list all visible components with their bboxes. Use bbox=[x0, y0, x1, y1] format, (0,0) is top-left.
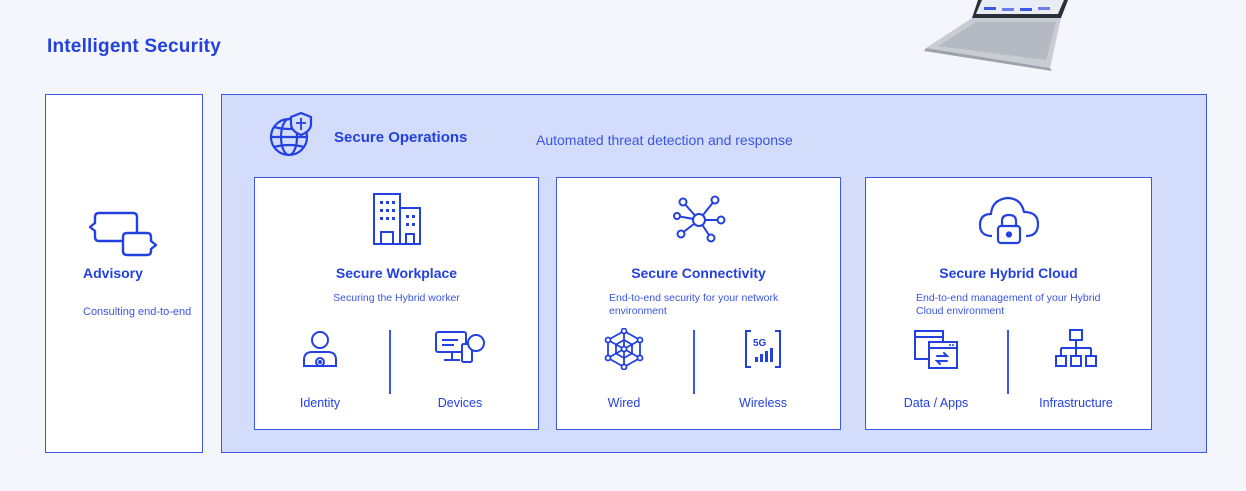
secure-hybrid-cloud-title: Secure Hybrid Cloud bbox=[939, 265, 1078, 281]
secure-hybrid-cloud-description: End-to-end management of your Hybrid Clo… bbox=[916, 292, 1101, 317]
data-apps-item: Data / Apps bbox=[871, 328, 1001, 410]
infrastructure-item: Infrastructure bbox=[1011, 328, 1141, 410]
identity-label: Identity bbox=[299, 396, 341, 410]
secure-operations-title: Secure Operations bbox=[334, 129, 468, 146]
infrastructure-label: Infrastructure bbox=[1039, 396, 1113, 410]
secure-hybrid-cloud-card: Secure Hybrid Cloud End-to-end managemen… bbox=[865, 177, 1152, 430]
office-building-icon bbox=[372, 193, 421, 245]
advisory-description: Consulting end-to-end bbox=[83, 306, 192, 318]
wired-label: Wired bbox=[607, 396, 641, 410]
cloud-divider bbox=[1007, 330, 1009, 394]
hierarchy-icon bbox=[1055, 329, 1097, 367]
page-title: Intelligent Security bbox=[47, 36, 221, 57]
workplace-divider bbox=[389, 330, 391, 394]
network-hub-icon bbox=[672, 195, 725, 243]
secure-connectivity-description: End-to-end security for your network env… bbox=[609, 292, 779, 317]
laptop-image bbox=[924, 0, 1068, 71]
advisory-title: Advisory bbox=[83, 265, 143, 281]
secure-workplace-description: Securing the Hybrid worker bbox=[333, 292, 460, 304]
wired-item: Wired bbox=[559, 328, 689, 410]
secure-connectivity-card: Secure Connectivity End-to-end security … bbox=[556, 177, 841, 430]
devices-item: Devices bbox=[395, 328, 525, 410]
secure-operations-panel: Secure Operations Automated threat detec… bbox=[221, 94, 1207, 453]
secure-operations-description: Automated threat detection and response bbox=[536, 132, 793, 148]
advisory-panel: Advisory Consulting end-to-end bbox=[45, 94, 203, 453]
user-identity-icon bbox=[303, 331, 337, 367]
secure-workplace-card: Secure Workplace Securing the Hybrid wor… bbox=[254, 177, 539, 430]
data-apps-label: Data / Apps bbox=[903, 396, 969, 410]
identity-item: Identity bbox=[255, 328, 385, 410]
cloud-lock-icon bbox=[978, 196, 1039, 245]
svg-text:5G: 5G bbox=[753, 338, 767, 349]
globe-shield-icon bbox=[269, 111, 313, 157]
mesh-network-icon bbox=[604, 328, 644, 370]
data-apps-icon bbox=[914, 330, 958, 369]
devices-label: Devices bbox=[437, 396, 483, 410]
chat-bubbles-icon bbox=[89, 211, 158, 257]
devices-icon bbox=[435, 331, 485, 363]
5g-signal-icon: 5G bbox=[745, 330, 781, 368]
wireless-label: Wireless bbox=[739, 396, 787, 410]
connectivity-divider bbox=[693, 330, 695, 394]
secure-workplace-title: Secure Workplace bbox=[335, 265, 458, 281]
secure-connectivity-title: Secure Connectivity bbox=[631, 265, 766, 281]
wireless-item: 5G Wireless bbox=[698, 328, 828, 410]
